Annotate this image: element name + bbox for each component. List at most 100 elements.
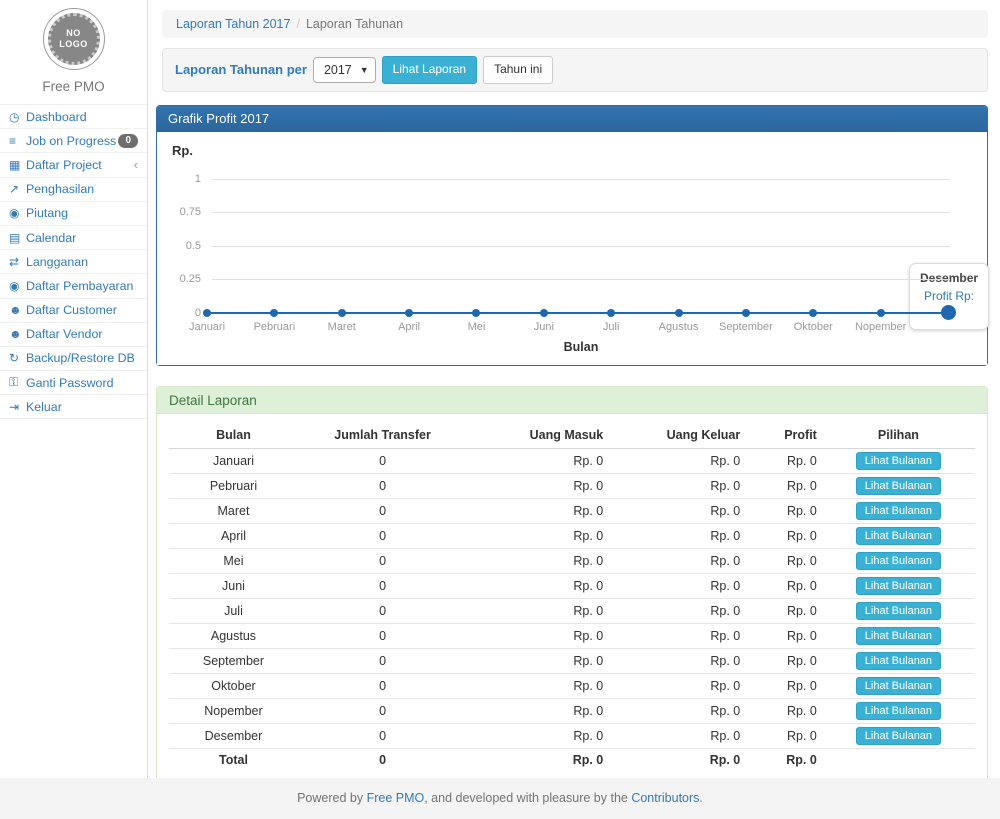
footer-text-middle: , and developed with pleasure by the [424,791,631,805]
lihat-bulanan-button[interactable]: Lihat Bulanan [856,627,941,645]
cell-bulan: April [169,523,298,548]
lihat-bulanan-button[interactable]: Lihat Bulanan [856,552,941,570]
cell-uang-masuk: Rp. 0 [467,623,608,648]
data-point-maret[interactable] [338,309,346,317]
users-icon: ☻ [9,303,26,317]
cell-pilihan: Lihat Bulanan [822,548,975,573]
lihat-bulanan-button[interactable]: Lihat Bulanan [856,652,941,670]
sidebar-item-backup-restore-db[interactable]: ↻Backup/Restore DB [0,347,147,371]
x-tick-label: Juni [506,321,582,333]
data-point-pebruari[interactable] [270,309,278,317]
detail-laporan-panel: Detail Laporan BulanJumlah TransferUang … [156,386,988,786]
sidebar-item-job-on-progress[interactable]: ≡Job on Progress0 [0,129,147,153]
sidebar-item-daftar-project[interactable]: ▦Daftar Project‹ [0,153,147,177]
column-header-jumlah-transfer: Jumlah Transfer [298,422,467,449]
profit-line [207,312,948,314]
cell-uang-keluar: Rp. 0 [608,648,745,673]
table-row: Pebruari0Rp. 0Rp. 0Rp. 0Lihat Bulanan [169,473,975,498]
cell-pilihan: Lihat Bulanan [822,523,975,548]
sidebar-item-calendar[interactable]: ▤Calendar [0,226,147,250]
cell-uang-keluar: Rp. 0 [608,473,745,498]
cell-uang-masuk: Rp. 0 [467,548,608,573]
sidebar-item-dashboard[interactable]: ◷Dashboard [0,105,147,129]
tahun-ini-button[interactable]: Tahun ini [483,56,553,84]
cell-uang-masuk: Rp. 0 [467,523,608,548]
y-tick-label: 0.75 [157,206,201,218]
sidebar: NO LOGO Free PMO ◷Dashboard≡Job on Progr… [0,0,148,778]
lihat-bulanan-button[interactable]: Lihat Bulanan [856,602,941,620]
table-row: Januari0Rp. 0Rp. 0Rp. 0Lihat Bulanan [169,448,975,473]
y-tick-label: 0.25 [157,273,201,285]
data-point-oktober[interactable] [809,309,817,317]
data-point-juli[interactable] [607,309,615,317]
cell-bulan: Desember [169,723,298,748]
year-select-value: 2017 [324,63,352,77]
cell-bulan: Total [169,748,298,772]
lihat-bulanan-button[interactable]: Lihat Bulanan [856,727,941,745]
year-select[interactable]: 2017 ▼ [313,57,376,83]
cell-uang-keluar: Rp. 0 [608,448,745,473]
sidebar-item-daftar-customer[interactable]: ☻Daftar Customer [0,299,147,323]
sidebar-item-label: Langganan [26,255,88,269]
breadcrumb-link-laporan-tahun[interactable]: Laporan Tahun 2017 [176,17,290,31]
sidebar-item-daftar-vendor[interactable]: ☻Daftar Vendor [0,323,147,347]
cell-profit: Rp. 0 [745,473,822,498]
x-tick-label: Maret [304,321,380,333]
table-row: April0Rp. 0Rp. 0Rp. 0Lihat Bulanan [169,523,975,548]
data-point-mei[interactable] [472,309,480,317]
cell-profit: Rp. 0 [745,498,822,523]
cell-pilihan: Lihat Bulanan [822,448,975,473]
data-point-januari[interactable] [203,309,211,317]
sidebar-item-langganan[interactable]: ⇄Langganan [0,250,147,274]
table-icon: ▦ [9,158,26,172]
cell-uang-keluar: Rp. 0 [608,748,745,772]
cell-pilihan: Lihat Bulanan [822,498,975,523]
sidebar-item-penghasilan[interactable]: ↗Penghasilan [0,178,147,202]
gridline [212,246,950,247]
sidebar-item-piutang[interactable]: ◉Piutang [0,202,147,226]
cell-uang-keluar: Rp. 0 [608,673,745,698]
sidebar-item-ganti-password[interactable]: ⚿Ganti Password [0,371,147,395]
cell-pilihan: Lihat Bulanan [822,623,975,648]
cell-pilihan: Lihat Bulanan [822,573,975,598]
cell-profit: Rp. 0 [745,623,822,648]
refresh-icon: ↻ [9,351,26,365]
sidebar-item-daftar-pembayaran[interactable]: ◉Daftar Pembayaran [0,274,147,298]
cell-uang-keluar: Rp. 0 [608,598,745,623]
lihat-bulanan-button[interactable]: Lihat Bulanan [856,452,941,470]
cell-jumlah-transfer: 0 [298,723,467,748]
data-point-juni[interactable] [540,309,548,317]
users-icon: ☻ [9,327,26,341]
lock-icon: ⚿ [9,375,26,390]
detail-laporan-title: Detail Laporan [157,387,987,414]
data-point-april[interactable] [405,309,413,317]
contributors-link[interactable]: Contributors [631,791,699,805]
table-total-row: Total0Rp. 0Rp. 0Rp. 0 [169,748,975,772]
lihat-bulanan-button[interactable]: Lihat Bulanan [856,577,941,595]
data-point-september[interactable] [742,309,750,317]
lihat-bulanan-button[interactable]: Lihat Bulanan [856,502,941,520]
gridline [212,279,950,280]
free-pmo-link[interactable]: Free PMO [367,791,425,805]
cell-profit: Rp. 0 [745,573,822,598]
cell-uang-masuk: Rp. 0 [467,498,608,523]
lihat-bulanan-button[interactable]: Lihat Bulanan [856,477,941,495]
lihat-laporan-button[interactable]: Lihat Laporan [382,56,477,84]
lihat-bulanan-button[interactable]: Lihat Bulanan [856,527,941,545]
y-tick-label: 0.5 [157,240,201,252]
lihat-bulanan-button[interactable]: Lihat Bulanan [856,702,941,720]
profit-chart: Rp. Desember Profit Rp: 0 10.750.50.250J… [157,132,987,365]
report-table: BulanJumlah TransferUang MasukUang Kelua… [169,422,975,773]
lihat-bulanan-button[interactable]: Lihat Bulanan [856,677,941,695]
sidebar-item-keluar[interactable]: ⇥Keluar [0,395,147,419]
data-point-desember[interactable] [941,305,956,320]
table-row: Juni0Rp. 0Rp. 0Rp. 0Lihat Bulanan [169,573,975,598]
sign-out-icon: ⇥ [9,400,26,414]
cell-uang-masuk: Rp. 0 [467,448,608,473]
x-tick-label: Mei [438,321,514,333]
data-point-nopember[interactable] [877,309,885,317]
cell-uang-keluar: Rp. 0 [608,523,745,548]
y-tick-label: 1 [157,173,201,185]
cell-profit: Rp. 0 [745,698,822,723]
data-point-agustus[interactable] [675,309,683,317]
